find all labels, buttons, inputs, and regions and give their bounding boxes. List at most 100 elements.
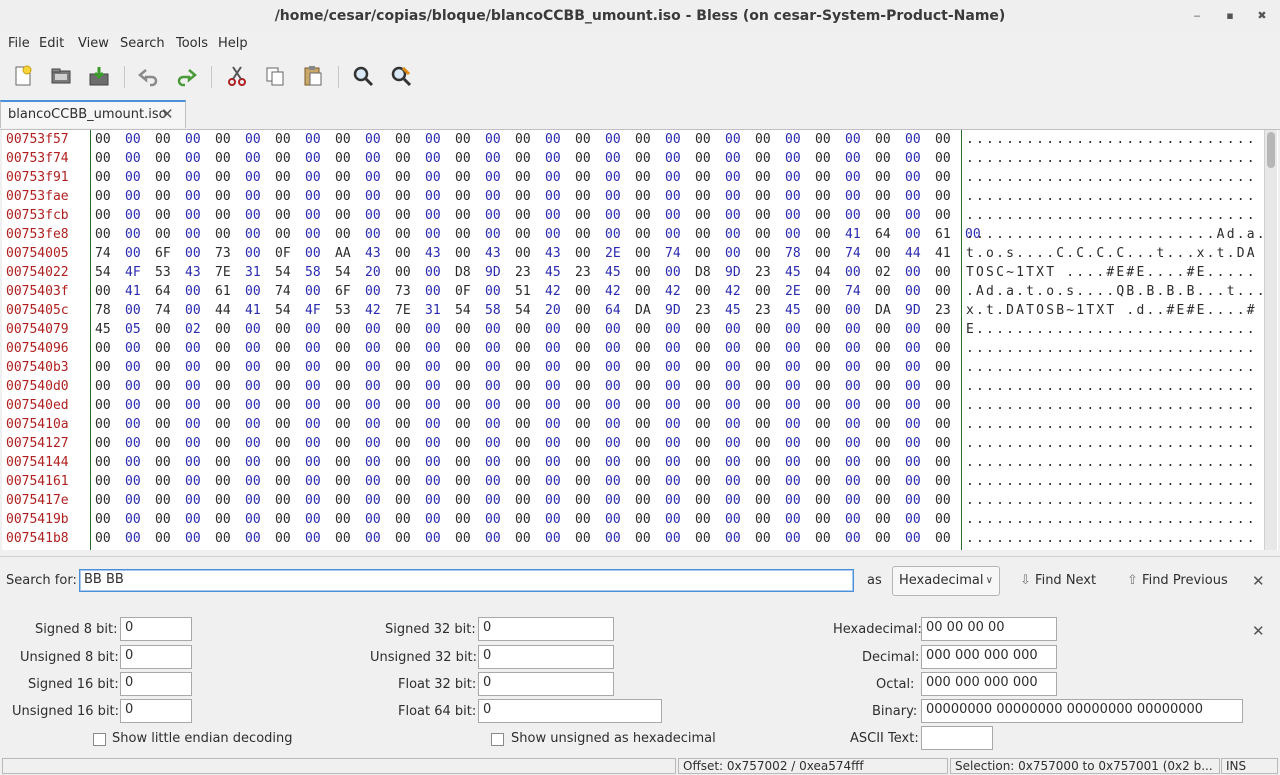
hex-byte[interactable]: 00 [635,491,651,510]
hex-byte[interactable]: 00 [275,149,291,168]
hex-byte[interactable]: 00 [875,472,891,491]
hex-byte[interactable]: 00 [575,434,591,453]
hex-byte[interactable]: 00 [725,130,741,149]
hex-byte[interactable]: 41 [125,282,141,301]
hex-byte[interactable]: 00 [335,339,351,358]
hex-byte[interactable]: 00 [875,358,891,377]
ascii-row[interactable]: ............................. [966,168,1257,187]
hex-byte[interactable]: 00 [845,453,861,472]
hex-byte[interactable]: 23 [755,263,771,282]
hex-byte[interactable]: 00 [695,168,711,187]
hex-byte[interactable]: 00 [305,472,321,491]
hex-byte[interactable]: 00 [425,434,441,453]
hex-byte[interactable]: 00 [395,434,411,453]
hex-byte[interactable]: 00 [785,187,801,206]
hex-byte[interactable]: 00 [365,282,381,301]
hex-row[interactable]: 00 00 00 00 00 00 00 00 00 00 00 00 00 00 00 00 00 00 00 00… [91,206,962,225]
hex-byte[interactable]: 00 [545,130,561,149]
hex-byte[interactable]: 00 [275,529,291,548]
hex-byte[interactable]: 00 [905,377,921,396]
hex-byte[interactable]: 00 [155,339,171,358]
ascii-row[interactable]: TOSC~1TXT ....#E#E....#E..... [966,263,1257,282]
hex-byte[interactable]: 00 [125,510,141,529]
hex-byte[interactable]: 00 [335,529,351,548]
hex-row[interactable]: 00 00 00 00 00 00 00 00 00 00 00 00 00 00 00 00 00 00 00 00… [91,434,962,453]
hex-byte[interactable]: 00 [185,358,201,377]
hex-byte[interactable]: 00 [455,225,471,244]
hex-byte[interactable]: 04 [815,263,831,282]
hex-byte[interactable]: 00 [485,453,501,472]
hex-byte[interactable]: 00 [935,434,951,453]
hex-byte[interactable]: 61 [215,282,231,301]
hex-byte[interactable]: 00 [635,472,651,491]
hex-byte[interactable]: 00 [365,377,381,396]
hex-byte[interactable]: 00 [215,168,231,187]
hex-byte[interactable]: 00 [245,225,261,244]
hex-byte[interactable]: 00 [425,491,441,510]
hex-byte[interactable]: 00 [845,415,861,434]
hex-byte[interactable]: 00 [455,415,471,434]
hex-byte[interactable]: 00 [395,358,411,377]
hex-byte[interactable]: 00 [335,320,351,339]
hex-byte[interactable]: 00 [455,187,471,206]
hex-byte[interactable]: 00 [95,282,111,301]
hex-byte[interactable]: 00 [725,149,741,168]
hex-byte[interactable]: 00 [365,434,381,453]
hex-byte[interactable]: 00 [95,130,111,149]
hex-byte[interactable]: 00 [275,491,291,510]
octal-field[interactable]: 000 000 000 000 [921,672,1057,696]
hex-byte[interactable]: 00 [815,187,831,206]
hex-byte[interactable]: 00 [545,415,561,434]
ascii-row[interactable]: ............................. [966,453,1257,472]
hex-byte[interactable]: 00 [725,529,741,548]
hex-byte[interactable]: 00 [125,301,141,320]
hex-byte[interactable]: 53 [155,263,171,282]
hex-byte[interactable]: 00 [455,472,471,491]
hex-byte[interactable]: 00 [125,453,141,472]
hex-byte[interactable]: 00 [665,168,681,187]
hex-byte[interactable]: 23 [515,263,531,282]
hex-byte[interactable]: 45 [785,263,801,282]
hex-byte[interactable]: DA [635,301,651,320]
hex-byte[interactable]: 78 [785,244,801,263]
hex-byte[interactable]: 00 [935,206,951,225]
hex-byte[interactable]: 00 [125,491,141,510]
hex-byte[interactable]: 00 [365,510,381,529]
hex-byte[interactable]: 00 [665,320,681,339]
hex-byte[interactable]: 00 [665,415,681,434]
hex-byte[interactable]: 00 [725,168,741,187]
hex-byte[interactable]: 00 [875,168,891,187]
hex-byte[interactable]: 00 [515,320,531,339]
hex-byte[interactable]: 00 [185,149,201,168]
hex-byte[interactable]: 00 [725,320,741,339]
hex-byte[interactable]: 00 [755,244,771,263]
hex-byte[interactable]: 00 [275,206,291,225]
hex-byte[interactable]: 00 [125,130,141,149]
hex-byte[interactable]: 00 [185,130,201,149]
hex-byte[interactable]: 00 [905,510,921,529]
hex-byte[interactable]: 00 [515,434,531,453]
hex-byte[interactable]: 00 [395,377,411,396]
hex-byte[interactable]: 00 [605,453,621,472]
hex-byte[interactable]: 00 [275,130,291,149]
hex-byte[interactable]: 00 [485,358,501,377]
hex-byte[interactable]: 00 [905,263,921,282]
hex-byte[interactable]: 00 [545,396,561,415]
hex-byte[interactable]: 00 [485,187,501,206]
hex-byte[interactable]: 00 [575,510,591,529]
hex-byte[interactable]: 00 [935,415,951,434]
hex-byte[interactable]: 00 [335,491,351,510]
hex-byte[interactable]: 00 [275,187,291,206]
hex-byte[interactable]: 00 [395,453,411,472]
hex-byte[interactable]: 00 [515,168,531,187]
hex-byte[interactable]: 00 [935,358,951,377]
hex-byte[interactable]: 00 [695,244,711,263]
hex-byte[interactable]: 00 [665,396,681,415]
hex-byte[interactable]: 00 [725,358,741,377]
hex-row[interactable]: 00 00 00 00 00 00 00 00 00 00 00 00 00 00 00 00 00 00 00 00… [91,130,962,149]
hex-byte[interactable]: 00 [575,491,591,510]
hex-byte[interactable]: 00 [545,377,561,396]
hex-byte[interactable]: 00 [185,453,201,472]
hex-byte[interactable]: 00 [245,491,261,510]
hex-byte[interactable]: 54 [95,263,111,282]
